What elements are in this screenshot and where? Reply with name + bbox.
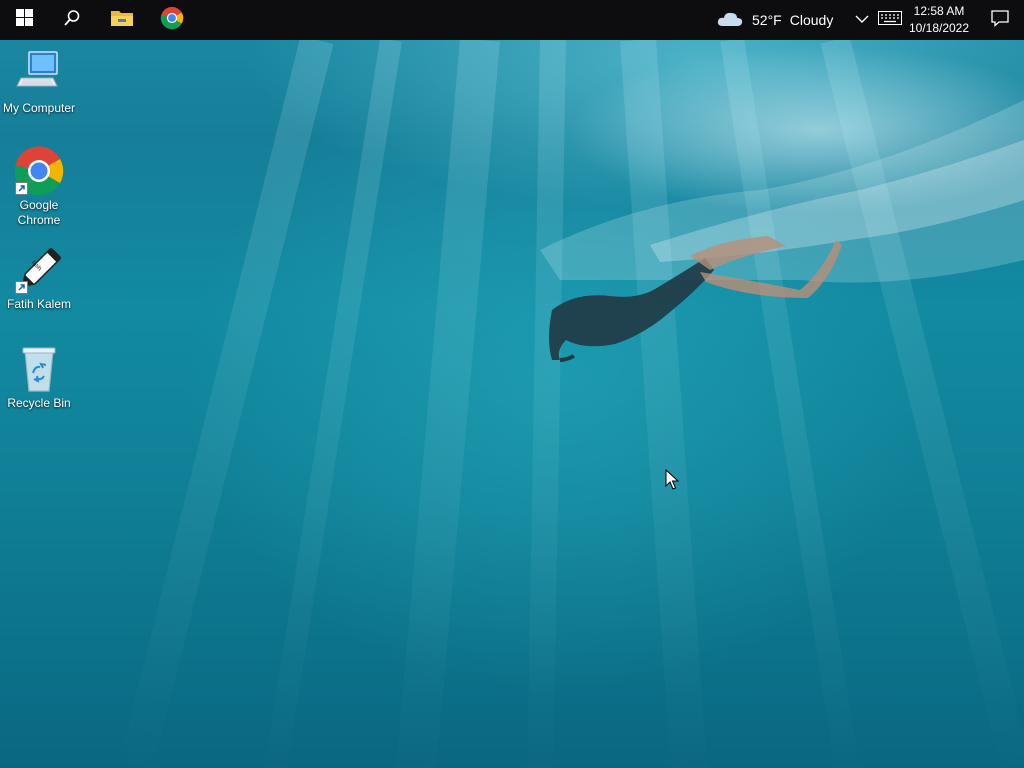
search-icon bbox=[63, 9, 81, 32]
weather-widget[interactable]: 52°F Cloudy bbox=[716, 0, 833, 40]
keyboard-icon bbox=[878, 10, 902, 30]
shortcut-arrow-icon bbox=[15, 182, 28, 195]
clock-time: 12:58 AM bbox=[913, 4, 965, 18]
mouse-cursor-icon bbox=[665, 468, 680, 496]
desktop-screen: My Computer Google Chrome fatih Fatih Ka… bbox=[0, 0, 1024, 768]
start-button[interactable] bbox=[0, 0, 48, 40]
desktop-icon-google-chrome[interactable]: Google Chrome bbox=[0, 145, 78, 228]
computer-icon bbox=[13, 48, 65, 100]
action-center-icon bbox=[991, 9, 1009, 32]
taskbar-clock[interactable]: 12:58 AM 10/18/2022 bbox=[904, 3, 974, 37]
desktop-icon-fatih-kalem[interactable]: fatih Fatih Kalem bbox=[0, 244, 78, 312]
desktop-icon-label: Google Chrome bbox=[17, 198, 61, 227]
windows-logo-icon bbox=[15, 9, 33, 31]
taskbar-file-explorer-button[interactable] bbox=[98, 0, 146, 40]
clock-date: 10/18/2022 bbox=[908, 21, 970, 35]
weather-temperature: 52°F bbox=[752, 12, 782, 28]
chrome-icon bbox=[160, 6, 184, 35]
folder-icon bbox=[110, 8, 134, 33]
shortcut-arrow-icon bbox=[15, 281, 28, 294]
chrome-icon bbox=[13, 145, 65, 197]
taskbar: 52°F Cloudy 12:58 AM 10/18/2022 bbox=[0, 0, 1024, 40]
desktop-icon-label: Recycle Bin bbox=[7, 396, 71, 410]
touch-keyboard-button[interactable] bbox=[874, 0, 906, 40]
recycle-bin-icon bbox=[13, 343, 65, 395]
pen-icon: fatih bbox=[13, 244, 65, 296]
weather-condition: Cloudy bbox=[789, 12, 834, 28]
desktop-icon-label: Fatih Kalem bbox=[6, 297, 72, 311]
action-center-button[interactable] bbox=[976, 0, 1024, 40]
diver-illustration bbox=[540, 100, 1024, 362]
desktop-icon-recycle-bin[interactable]: Recycle Bin bbox=[0, 343, 78, 411]
desktop-icon-label: My Computer bbox=[2, 101, 76, 115]
taskbar-chrome-button[interactable] bbox=[148, 0, 196, 40]
wallpaper bbox=[0, 0, 1024, 768]
desktop-icon-my-computer[interactable]: My Computer bbox=[0, 48, 78, 116]
cloud-icon bbox=[716, 10, 744, 31]
search-button[interactable] bbox=[48, 0, 96, 40]
chevron-up-icon bbox=[855, 11, 869, 29]
